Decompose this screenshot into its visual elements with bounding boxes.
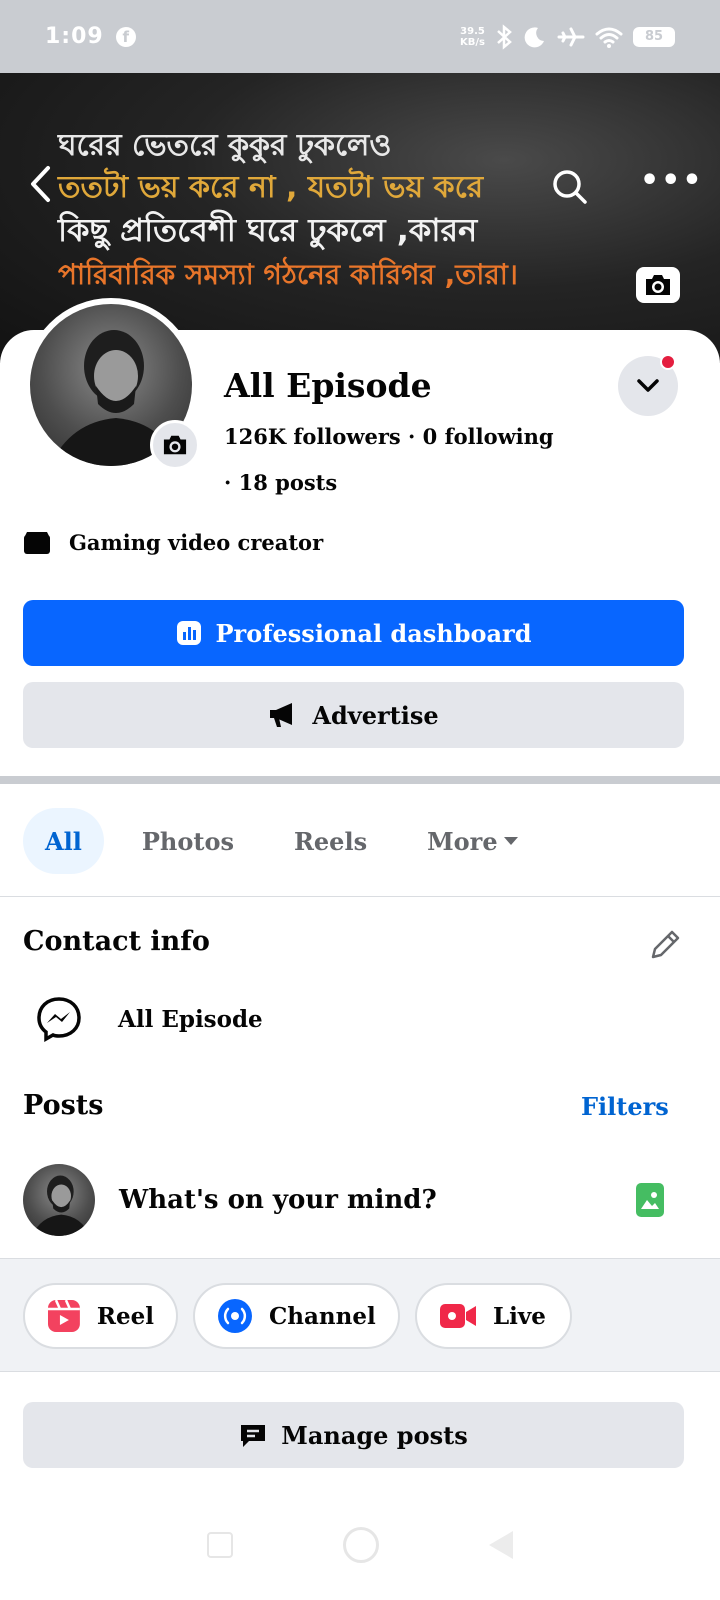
bio-text: Gaming video creator — [69, 530, 324, 555]
chart-icon — [176, 621, 201, 645]
system-nav-bar — [0, 1490, 720, 1600]
contact-info-title: Contact info — [23, 926, 210, 957]
edit-profile-picture-button[interactable] — [150, 420, 200, 470]
create-channel-button[interactable]: Channel — [193, 1283, 400, 1349]
pencil-icon — [651, 930, 680, 959]
tab-reels[interactable]: Reels — [272, 808, 389, 874]
profile-tabs: All Photos Reels More — [23, 808, 558, 874]
airplane-icon — [557, 27, 585, 46]
tab-more-label: More — [427, 826, 498, 856]
profile-name: All Episode — [224, 366, 432, 405]
manage-posts-icon — [241, 1425, 266, 1447]
tab-more[interactable]: More — [405, 808, 542, 874]
create-reel-button[interactable]: Reel — [23, 1283, 178, 1349]
battery-icon: 85 — [633, 26, 675, 47]
facebook-icon: f — [115, 26, 136, 47]
network-speed: 39.5 KB/s — [460, 26, 485, 48]
bio-row: Gaming video creator — [23, 530, 323, 555]
chevron-down-icon — [637, 379, 659, 392]
advertise-button[interactable]: Advertise — [23, 682, 684, 748]
video-clapper-icon — [24, 531, 50, 554]
go-live-button[interactable]: Live — [415, 1283, 572, 1349]
advertise-label: Advertise — [312, 700, 439, 730]
notification-dot — [660, 354, 676, 370]
cover-text-line-3: কিছু প্রতিবেশী ঘরে ঢুকলে ,কারন — [58, 211, 478, 249]
network-speed-unit: KB/s — [460, 36, 485, 48]
tabs-divider — [0, 896, 720, 897]
caret-down-icon — [503, 837, 518, 845]
back-button[interactable] — [28, 165, 52, 210]
status-time: 1:09 — [45, 24, 104, 49]
edit-contact-button[interactable] — [648, 928, 682, 966]
more-options-button[interactable]: ••• — [640, 163, 704, 198]
moon-icon — [524, 26, 544, 47]
section-divider — [0, 776, 720, 784]
home-button[interactable] — [343, 1527, 379, 1563]
filters-link[interactable]: Filters — [581, 1092, 669, 1121]
search-button[interactable] — [552, 169, 588, 209]
professional-dashboard-button[interactable]: Professional dashboard — [23, 600, 684, 666]
channel-icon — [218, 1299, 252, 1333]
channel-label: Channel — [269, 1302, 376, 1330]
tab-all[interactable]: All — [23, 808, 104, 874]
post-count: · 18 posts — [224, 470, 338, 495]
follower-stats[interactable]: 126K followers · 0 following — [224, 424, 554, 449]
search-icon — [553, 170, 587, 204]
wifi-icon — [595, 27, 623, 48]
camera-icon — [646, 275, 670, 295]
messenger-contact[interactable]: All Episode — [36, 996, 263, 1042]
bluetooth-icon — [497, 23, 512, 50]
camera-icon — [163, 435, 187, 455]
status-bar: 1:09 f 39.5 KB/s 85 — [0, 0, 720, 73]
edit-cover-button[interactable] — [636, 267, 680, 303]
megaphone-icon — [270, 703, 293, 727]
tab-photos[interactable]: Photos — [120, 808, 256, 874]
composer-avatar — [23, 1164, 95, 1236]
status-icons: 39.5 KB/s 85 — [460, 23, 675, 50]
network-speed-value: 39.5 — [460, 25, 485, 37]
reel-icon — [47, 1299, 80, 1332]
professional-dashboard-label: Professional dashboard — [215, 618, 532, 648]
image-icon — [641, 1192, 659, 1209]
posts-title: Posts — [23, 1090, 104, 1121]
manage-posts-label: Manage posts — [281, 1420, 468, 1450]
messenger-name: All Episode — [118, 1005, 263, 1033]
cover-text-line-4: পারিবারিক সমস্যা গঠনের কারিগর ,তারা। — [58, 258, 518, 291]
system-back-button[interactable] — [489, 1531, 513, 1559]
messenger-icon — [37, 997, 81, 1042]
composer-placeholder: What's on your mind? — [119, 1185, 437, 1215]
live-video-icon — [440, 1304, 476, 1328]
reel-label: Reel — [96, 1302, 154, 1330]
person-silhouette — [31, 1175, 90, 1236]
chevron-left-icon — [31, 166, 50, 202]
recent-apps-button[interactable] — [207, 1532, 233, 1558]
live-label: Live — [493, 1302, 546, 1330]
photo-icon[interactable] — [636, 1183, 664, 1217]
post-composer[interactable]: What's on your mind? — [23, 1164, 684, 1236]
manage-posts-button[interactable]: Manage posts — [23, 1402, 684, 1468]
